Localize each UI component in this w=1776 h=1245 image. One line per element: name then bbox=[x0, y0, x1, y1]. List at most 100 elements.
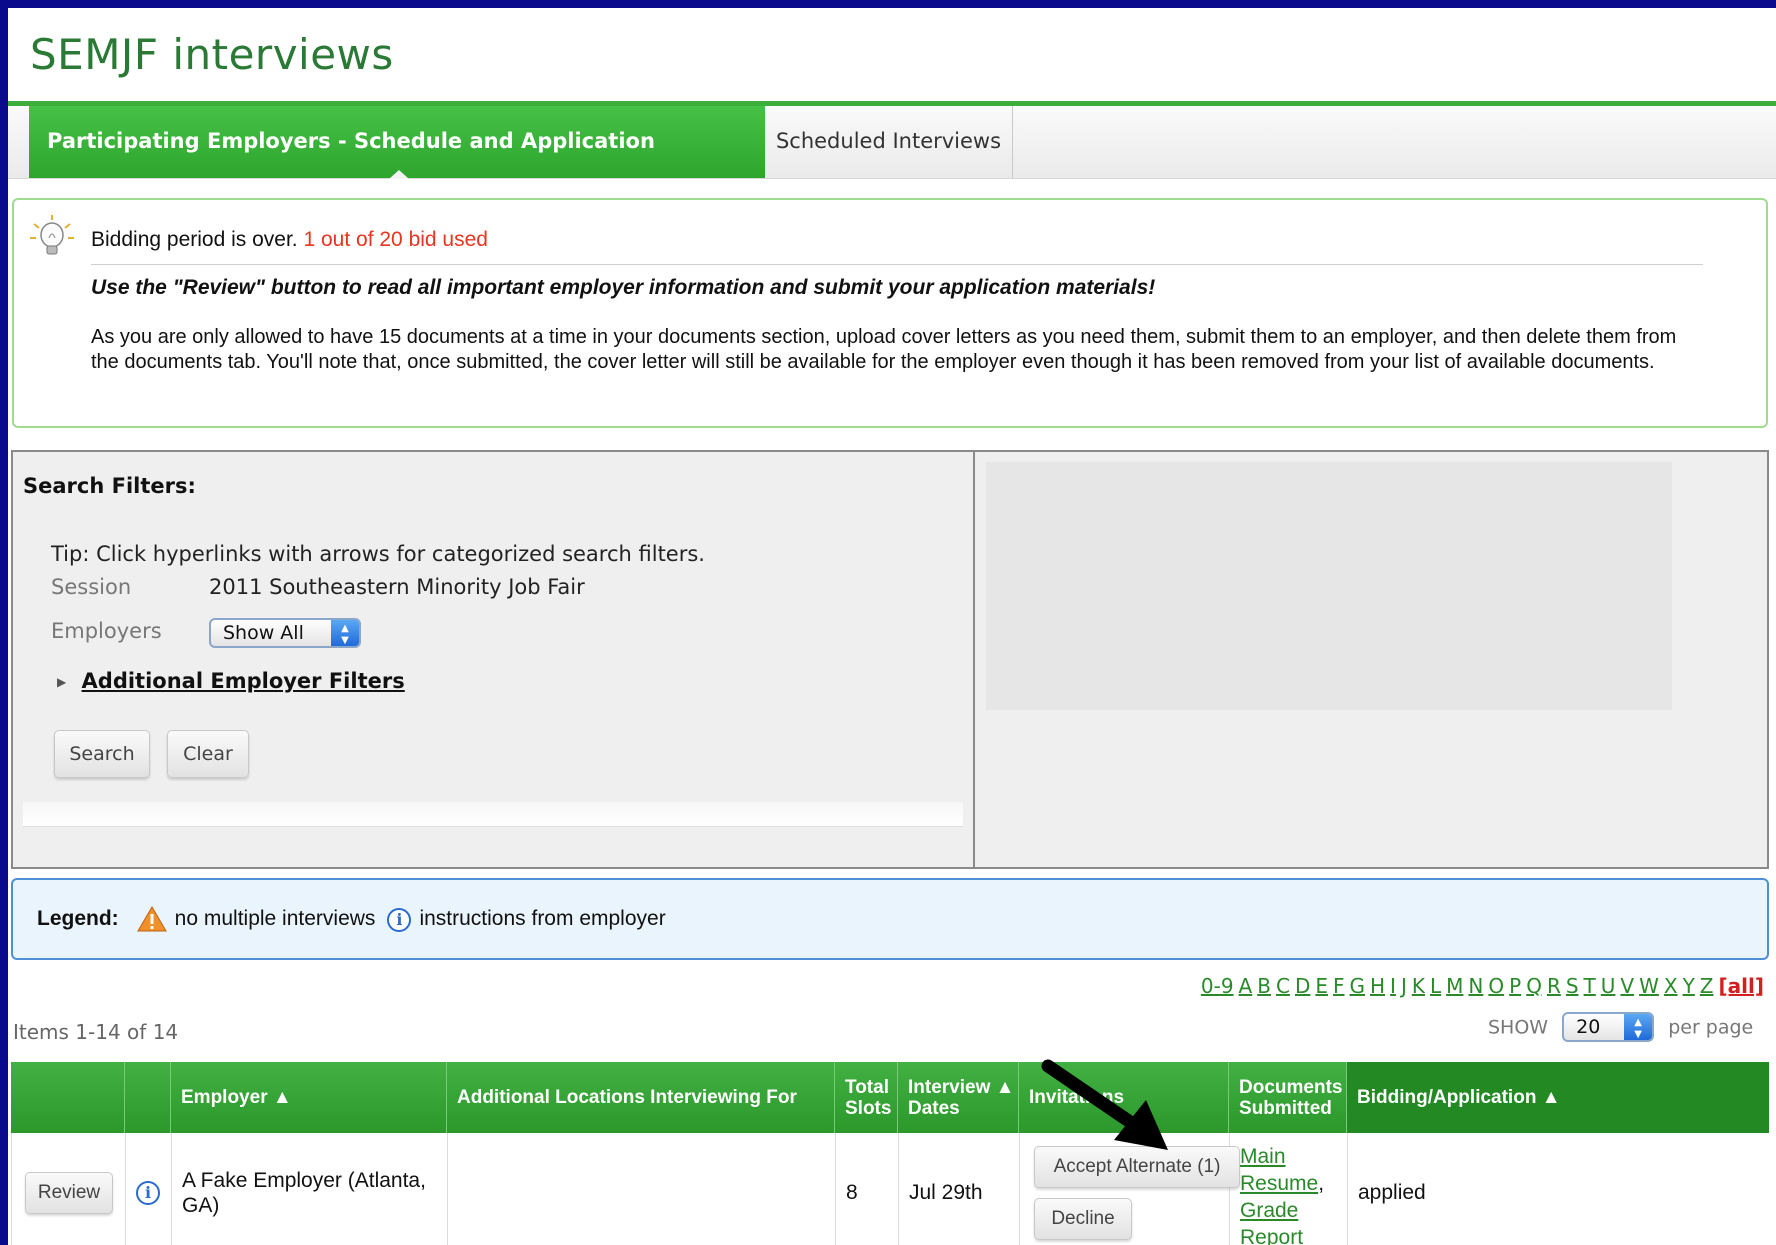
page: SEMJF interviews Participating Employers… bbox=[8, 8, 1776, 1245]
items-count: Items 1-14 of 14 bbox=[13, 1020, 179, 1044]
tab-scheduled-interviews[interactable]: Scheduled Interviews bbox=[765, 106, 1013, 178]
header-employer[interactable]: Employer ▲ bbox=[171, 1062, 447, 1133]
alpha-link[interactable]: Q bbox=[1526, 974, 1542, 998]
clear-button[interactable]: Clear bbox=[167, 730, 249, 778]
alpha-link[interactable]: R bbox=[1547, 974, 1561, 998]
additional-employer-filters[interactable]: ▶ Additional Employer Filters bbox=[57, 669, 405, 693]
alpha-link[interactable]: L bbox=[1430, 974, 1441, 998]
search-filters-panel: Search Filters: Tip: Click hyperlinks wi… bbox=[11, 450, 1769, 869]
alpha-link[interactable]: Z bbox=[1700, 974, 1714, 998]
additional-locations-cell bbox=[448, 1133, 836, 1245]
header-bidding-application[interactable]: Bidding/Application ▲ bbox=[1347, 1062, 1769, 1133]
alpha-link[interactable]: P bbox=[1509, 974, 1521, 998]
documents-list: Main Resume, Grade Report bbox=[1240, 1143, 1347, 1245]
main-resume-link[interactable]: Main Resume bbox=[1240, 1145, 1318, 1195]
tab-bar: Participating Employers - Schedule and A… bbox=[8, 106, 1776, 223]
alpha-link[interactable]: 0-9 bbox=[1201, 974, 1234, 998]
alpha-link[interactable]: T bbox=[1584, 974, 1596, 998]
review-button[interactable]: Review bbox=[25, 1172, 113, 1214]
status-text: Bidding period is over. bbox=[91, 228, 298, 251]
notice-box: Bidding period is over. 1 out of 20 bid … bbox=[12, 198, 1768, 428]
search-button[interactable]: Search bbox=[54, 730, 150, 778]
panel-divider bbox=[973, 452, 975, 867]
legend-label: Legend: bbox=[37, 907, 119, 930]
info-icon-wrap: i bbox=[387, 907, 412, 932]
legend-info-text: instructions from employer bbox=[419, 907, 666, 930]
divider bbox=[91, 264, 1703, 265]
alpha-link-all[interactable]: [all] bbox=[1719, 974, 1765, 998]
total-slots-cell: 8 bbox=[836, 1133, 899, 1245]
alpha-link[interactable]: V bbox=[1620, 974, 1634, 998]
review-cell: Review bbox=[12, 1133, 126, 1245]
lightbulb-icon bbox=[30, 215, 74, 255]
employers-label: Employers bbox=[51, 619, 162, 643]
alpha-link[interactable]: N bbox=[1468, 974, 1483, 998]
per-page-label: per page bbox=[1668, 1016, 1754, 1039]
alpha-link[interactable]: H bbox=[1370, 974, 1385, 998]
per-page-control: SHOW 20 ▲ ▼ per page bbox=[1488, 1012, 1754, 1043]
alpha-link[interactable]: A bbox=[1239, 974, 1253, 998]
employers-select[interactable]: Show All ▲ ▼ bbox=[209, 618, 361, 648]
alphabet-filter: 0-9 A B C D E F G H I J K L M N O P Q R S T U V W X Y Z [all] bbox=[1196, 974, 1764, 998]
header-additional-locations: Additional Locations Interviewing For bbox=[447, 1062, 835, 1133]
alpha-link[interactable]: U bbox=[1601, 974, 1616, 998]
decline-button[interactable]: Decline bbox=[1034, 1198, 1132, 1240]
alpha-link[interactable]: B bbox=[1257, 974, 1271, 998]
header-interview-dates-line2: Dates bbox=[908, 1097, 960, 1119]
session-label: Session bbox=[51, 575, 132, 599]
filters-footer-bar bbox=[23, 802, 963, 827]
interview-dates-cell: Jul 29th bbox=[899, 1133, 1020, 1245]
grade-report-link[interactable]: Grade Report bbox=[1240, 1199, 1303, 1245]
alpha-link[interactable]: O bbox=[1488, 974, 1504, 998]
bidding-status-cell: applied bbox=[1358, 1181, 1426, 1204]
alpha-link[interactable]: W bbox=[1639, 974, 1659, 998]
alpha-link[interactable]: M bbox=[1446, 974, 1463, 998]
filters-title: Search Filters: bbox=[23, 474, 196, 498]
show-label: SHOW bbox=[1488, 1016, 1549, 1039]
app-title: SEMJF interviews bbox=[30, 30, 394, 79]
alpha-link[interactable]: G bbox=[1350, 974, 1366, 998]
select-arrows-icon: ▲ ▼ bbox=[331, 620, 359, 646]
alpha-link[interactable]: J bbox=[1401, 974, 1407, 998]
header-interview-dates[interactable]: Interview ▲ Dates bbox=[898, 1062, 1019, 1133]
alpha-link[interactable]: X bbox=[1664, 974, 1678, 998]
legend-box: Legend: no multiple interviews i instruc… bbox=[11, 878, 1769, 960]
annotation-arrow-icon bbox=[1041, 1059, 1168, 1150]
employers-select-value: Show All bbox=[223, 622, 304, 644]
info-cell: i bbox=[126, 1133, 172, 1245]
header-total-slots: Total Slots bbox=[835, 1062, 898, 1133]
expand-triangle-icon: ▶ bbox=[57, 675, 67, 689]
active-tab-notch bbox=[389, 170, 409, 179]
review-instruction: Use the "Review" button to read all impo… bbox=[91, 276, 1156, 299]
alpha-link[interactable]: E bbox=[1315, 974, 1328, 998]
table-header: Employer ▲ Additional Locations Intervie… bbox=[11, 1062, 1769, 1133]
per-page-value: 20 bbox=[1576, 1016, 1601, 1038]
header-total-slots-line1: Total bbox=[845, 1076, 889, 1098]
per-page-select[interactable]: 20 ▲ ▼ bbox=[1562, 1012, 1655, 1042]
alpha-link[interactable]: C bbox=[1276, 974, 1290, 998]
employer-name: A Fake Employer (Atlanta, GA) bbox=[172, 1133, 448, 1245]
header-interview-dates-line1: Interview ▲ bbox=[908, 1076, 1015, 1098]
alpha-link[interactable]: I bbox=[1390, 974, 1396, 998]
select-arrows-icon: ▲ ▼ bbox=[1624, 1014, 1653, 1040]
header-total-slots-line2: Slots bbox=[845, 1097, 892, 1119]
header-documents-line1: Documents bbox=[1239, 1076, 1343, 1098]
alpha-link[interactable]: K bbox=[1412, 974, 1425, 998]
tab-participating-employers[interactable]: Participating Employers - Schedule and A… bbox=[29, 106, 765, 223]
legend-row: Legend: no multiple interviews i instruc… bbox=[37, 906, 666, 932]
alpha-link[interactable]: F bbox=[1333, 974, 1345, 998]
session-value: 2011 Southeastern Minority Job Fair bbox=[209, 575, 585, 599]
header-documents-line2: Submitted bbox=[1239, 1097, 1332, 1119]
alpha-link[interactable]: D bbox=[1295, 974, 1310, 998]
bid-usage: 1 out of 20 bid used bbox=[303, 228, 488, 251]
additional-filters-link[interactable]: Additional Employer Filters bbox=[82, 669, 405, 693]
header-info bbox=[125, 1062, 171, 1133]
bidding-status: Bidding period is over. 1 out of 20 bid … bbox=[91, 228, 488, 252]
info-icon: i bbox=[387, 907, 412, 932]
alpha-link[interactable]: S bbox=[1566, 974, 1579, 998]
legend-warning-text: no multiple interviews bbox=[174, 907, 376, 930]
filters-side-panel bbox=[986, 462, 1672, 710]
documents-cell: Main Resume, Grade Report bbox=[1230, 1133, 1348, 1245]
alpha-link[interactable]: Y bbox=[1683, 974, 1695, 998]
info-icon[interactable]: i bbox=[136, 1181, 160, 1205]
